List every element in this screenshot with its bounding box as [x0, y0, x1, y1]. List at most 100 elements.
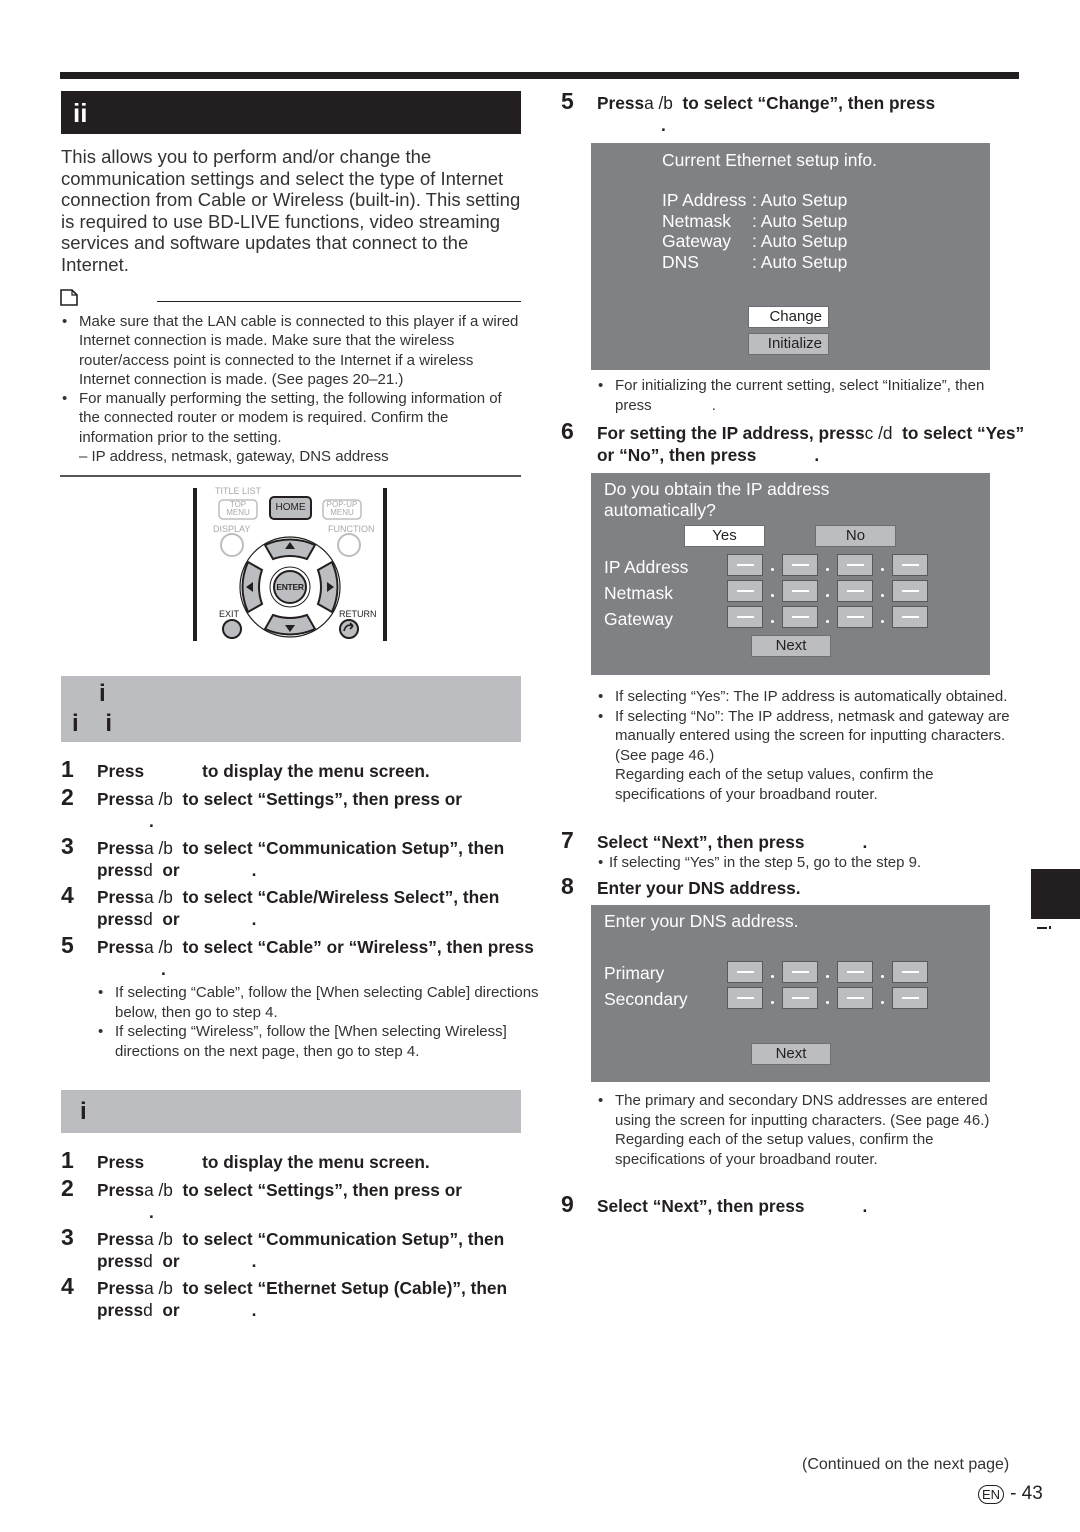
s2-step-1: 1 Press to display the menu screen.: [61, 1147, 430, 1173]
label-primary: Primary: [604, 963, 665, 983]
octet-separator: [881, 1001, 884, 1004]
label-netmask: Netmask: [604, 583, 674, 603]
ip-labels: IP Address Netmask Gateway: [604, 554, 688, 632]
octet-separator: [881, 620, 884, 623]
exit-button: [222, 619, 242, 639]
r-step-7: 7 Select “Next”, then press. If selectin…: [561, 829, 1011, 873]
r-step-8: 8 Enter your DNS address.: [561, 873, 801, 899]
r-step-5: 5 Pressa /b to select “Change”, then pre…: [561, 88, 936, 136]
display-label: DISPLAY: [213, 524, 251, 534]
dns-secondary-octet-2[interactable]: [782, 987, 818, 1009]
octet-separator: [826, 620, 829, 623]
label-gateway: Gateway: [604, 609, 674, 629]
ip-address-octet-2[interactable]: [782, 554, 818, 576]
octet-separator: [771, 594, 774, 597]
octet-separator: [826, 1001, 829, 1004]
step-bullet: If selecting “Yes” in the step 5, go to …: [597, 853, 1011, 873]
chapter-tab: [1031, 869, 1080, 919]
s1-step-3: 3 Pressa /b to select “Communication Set…: [61, 833, 505, 881]
dns-primary-octet-1[interactable]: [727, 961, 763, 983]
dns-labels: Primary Secondary: [604, 960, 688, 1012]
note-item: Make sure that the LAN cable is connecte…: [61, 312, 526, 389]
page-number: EN - 43: [978, 1483, 1043, 1505]
ip-address-octet-1[interactable]: [727, 554, 763, 576]
octet-separator: [771, 568, 774, 571]
gateway-octet-1[interactable]: [727, 606, 763, 628]
ip-address-octet-4[interactable]: [892, 554, 928, 576]
dns-secondary-octet-1[interactable]: [727, 987, 763, 1009]
octet-separator: [826, 594, 829, 597]
s1-step-2: 2 Pressa /b to select “Settings”, then p…: [61, 784, 462, 832]
octet-separator: [771, 1001, 774, 1004]
step-bullet: If selecting “No”: The IP address, netma…: [597, 707, 1017, 766]
function-button: [337, 533, 361, 557]
gateway-octet-2[interactable]: [782, 606, 818, 628]
s2-step-3: 3 Pressa /b to select “Communication Set…: [61, 1224, 505, 1272]
subsection-title-line2: i i: [72, 710, 113, 737]
dns-primary-octet-2[interactable]: [782, 961, 818, 983]
s2-step-4: 4 Pressa /b to select “Ethernet Setup (C…: [61, 1273, 508, 1321]
s1-step-4: 4 Pressa /b to select “Cable/Wireless Se…: [61, 882, 500, 930]
octet-separator: [881, 594, 884, 597]
subsection-title: i: [80, 1098, 87, 1125]
next-button-ip[interactable]: Next: [751, 635, 831, 657]
note-bottom-rule: [60, 475, 521, 477]
title-list-label: TITLE LIST: [215, 486, 262, 496]
gateway-octet-3[interactable]: [837, 606, 873, 628]
step-bullet: If selecting “Cable”, follow the [When s…: [97, 983, 546, 1022]
label-ip-address: IP Address: [604, 557, 689, 577]
continued-note: (Continued on the next page): [802, 1456, 1010, 1473]
note-rule: [157, 301, 521, 302]
chapter-tab-dot: [1049, 926, 1051, 929]
exit-label: EXIT: [219, 609, 240, 619]
dns-screen: Enter your DNS address. Primary Secondar…: [591, 905, 990, 1082]
change-button[interactable]: Change: [748, 306, 829, 328]
octet-separator: [826, 568, 829, 571]
ip-address-screen: Do you obtain the IP address automatical…: [591, 473, 990, 675]
next-button-dns[interactable]: Next: [751, 1043, 831, 1065]
r-step-6: 6 For setting the IP address, pressc /d …: [561, 418, 1025, 466]
top-rule: [60, 72, 1019, 79]
label-secondary: Secondary: [604, 989, 688, 1009]
netmask-octet-1[interactable]: [727, 580, 763, 602]
dns-primary-octet-3[interactable]: [837, 961, 873, 983]
no-button[interactable]: No: [815, 525, 896, 547]
info-row-netmask: Netmask: Auto Setup: [662, 210, 848, 231]
step-bullet: If selecting “Wireless”, follow the [Whe…: [97, 1022, 546, 1061]
octet-separator: [771, 975, 774, 978]
info-row-ip: IP Address: Auto Setup: [662, 190, 848, 210]
ip-address-octet-3[interactable]: [837, 554, 873, 576]
dns-secondary-octet-3[interactable]: [837, 987, 873, 1009]
subsection-title-line1: i: [99, 680, 106, 707]
language-badge: EN: [978, 1484, 1005, 1504]
page-number-value: - 43: [1010, 1483, 1043, 1504]
popup-menu-label: POP-UP MENU: [326, 500, 358, 517]
yes-button[interactable]: Yes: [684, 525, 765, 547]
dns-screen-title: Enter your DNS address.: [604, 911, 799, 931]
function-label: FUNCTION: [328, 524, 375, 534]
setup-info-rows: IP Address: Auto Setup Netmask: Auto Set…: [662, 190, 847, 272]
note-icon: [60, 289, 78, 306]
note-list: Make sure that the LAN cable is connecte…: [61, 312, 526, 466]
note-dash-item: – IP address, netmask, gateway, DNS addr…: [79, 448, 389, 466]
step-bullet: The primary and secondary DNS addresses …: [597, 1091, 1027, 1130]
netmask-octet-2[interactable]: [782, 580, 818, 602]
s1-step-1: 1 Press to display the menu screen.: [61, 756, 430, 782]
netmask-octet-3[interactable]: [837, 580, 873, 602]
step8-notes: The primary and secondary DNS addresses …: [597, 1091, 1027, 1169]
initialize-button[interactable]: Initialize: [748, 333, 829, 355]
gateway-octet-4[interactable]: [892, 606, 928, 628]
netmask-octet-4[interactable]: [892, 580, 928, 602]
dns-secondary-octet-4[interactable]: [892, 987, 928, 1009]
initialize-note: For initializing the current setting, se…: [597, 376, 1007, 415]
info-row-dns: DNS: Auto Setup: [662, 251, 848, 272]
screen-title: Current Ethernet setup info.: [662, 150, 877, 170]
s1-step-5: 5 Pressa /b to select “Cable” or “Wirele…: [61, 934, 546, 1061]
octet-separator: [826, 975, 829, 978]
s2-step-2: 2 Pressa /b to select “Settings”, then p…: [61, 1175, 462, 1223]
enter-label: ENTER: [276, 582, 304, 592]
dns-primary-octet-4[interactable]: [892, 961, 928, 983]
ip-question: Do you obtain the IP address automatical…: [604, 479, 830, 520]
remote-illustration: TITLE LIST TOP MENU HOME POP-UP MENU DISPL…: [193, 486, 387, 643]
info-row-gateway: Gateway: Auto Setup: [662, 231, 848, 251]
